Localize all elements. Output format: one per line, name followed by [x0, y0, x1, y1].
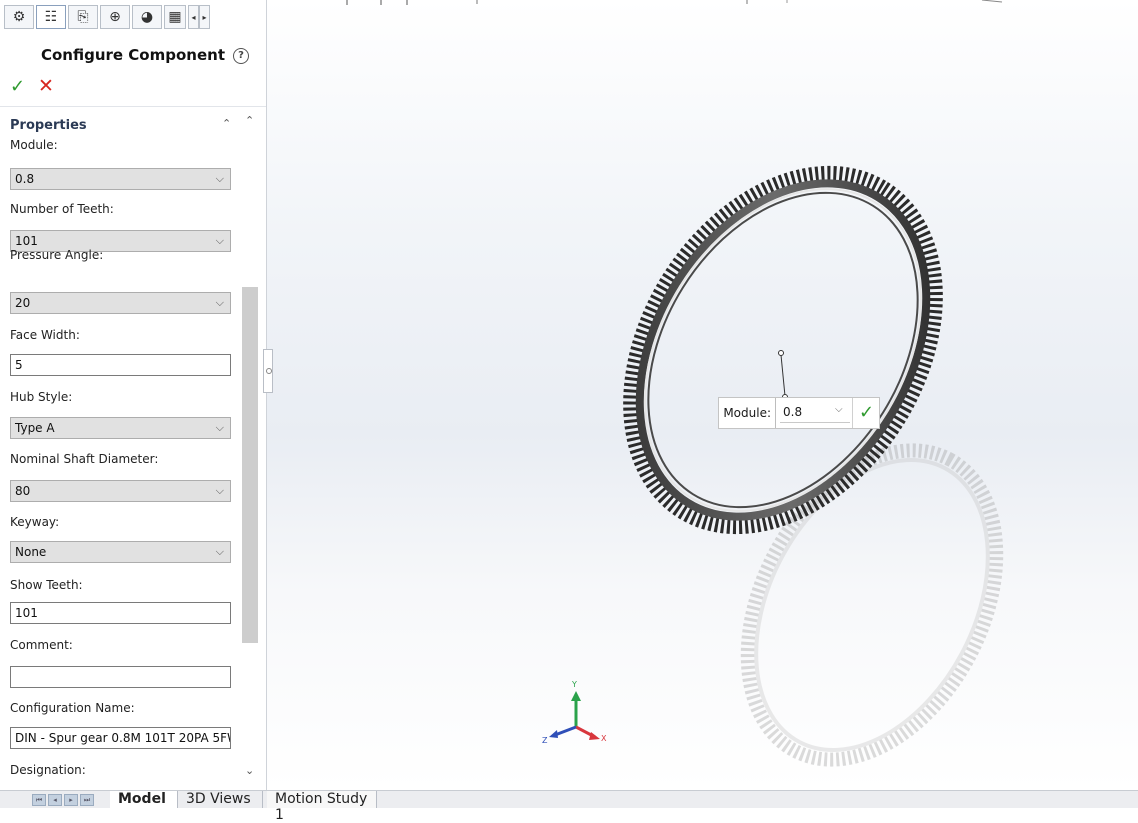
keyway-value: None [15, 545, 47, 559]
face-width-label: Face Width: [10, 328, 80, 342]
callout-leader [778, 350, 788, 400]
section-title: Properties [10, 118, 87, 133]
configuration-manager-tab[interactable]: ⎘ [68, 5, 98, 29]
property-manager-tab[interactable]: ☷ [36, 5, 66, 29]
comment-label: Comment: [10, 638, 73, 652]
callout-label: Module: [719, 398, 776, 428]
hub-style-value: Type A [15, 421, 55, 435]
gear-reflection [740, 443, 1004, 767]
cancel-button[interactable]: ✕ [38, 75, 54, 97]
tab-3d-views[interactable]: 3D Views [178, 791, 263, 808]
first-tab-button[interactable]: ⏮ [32, 794, 46, 806]
show-teeth-input[interactable]: 101 [10, 602, 231, 624]
properties-section: Properties ⌃ Module: 0.8 ⌵ Number of Tee… [0, 112, 266, 790]
pressure-dropdown[interactable]: 20 ⌵ [10, 292, 231, 314]
shaft-diameter-label: Nominal Shaft Diameter: [10, 452, 159, 466]
hub-style-label: Hub Style: [10, 390, 73, 404]
ok-button[interactable]: ✓ [10, 76, 25, 97]
chevron-down-icon: ⌵ [215, 296, 224, 309]
module-label: Module: [10, 138, 58, 152]
chevron-down-icon: ⌵ [215, 421, 224, 434]
teeth-value: 101 [15, 234, 38, 248]
chevron-down-icon: ⌵ [215, 234, 224, 247]
panel-collapse-toggle[interactable] [263, 349, 273, 393]
tab-model[interactable]: Model [110, 791, 178, 808]
tabs-scroll-left-button[interactable]: ◂ [188, 5, 199, 29]
designation-label: Designation: [10, 763, 86, 777]
arrow-left-icon: ◂ [191, 12, 196, 22]
keyway-dropdown[interactable]: None ⌵ [10, 541, 231, 563]
panel-title: Configure Component [40, 46, 225, 64]
shaft-diameter-value: 80 [15, 484, 31, 498]
last-tab-button[interactable]: ⏭ [80, 794, 94, 806]
chevron-down-icon: ⌵ [215, 545, 224, 558]
scroll-thumb[interactable] [242, 287, 258, 643]
axis-triad: Y X Z [542, 680, 607, 745]
chevron-down-icon[interactable]: ⌵ [835, 404, 843, 415]
config-name-input[interactable]: DIN - Spur gear 0.8M 101T 20PA 5FW [10, 727, 231, 749]
collapse-icon[interactable]: ⌃ [222, 117, 231, 130]
scroll-up-icon[interactable]: ⌃ [245, 114, 254, 127]
dimxpert-manager-tab[interactable]: ⊕ [100, 5, 130, 29]
callout-separator [852, 398, 853, 428]
next-tab-button[interactable]: ▸ [64, 794, 78, 806]
teeth-label: Number of Teeth: [10, 202, 114, 216]
dimxpert-icon: ⊕ [109, 9, 121, 25]
graphics-area[interactable]: Y X Z [267, 0, 1138, 790]
toggle-dot-icon [266, 368, 272, 374]
feature-manager-tab[interactable]: ⚙ [4, 5, 34, 29]
module-value: 0.8 [15, 172, 35, 186]
comment-input[interactable] [10, 666, 231, 688]
face-width-input[interactable]: 5 [10, 354, 231, 376]
divider [0, 106, 266, 107]
panel-scrollbar[interactable]: ⌃ ⌄ [241, 112, 259, 790]
tabs-scroll-right-button[interactable]: ▸ [199, 5, 210, 29]
shaft-diameter-dropdown[interactable]: 80 ⌵ [10, 480, 231, 502]
display-manager-tab[interactable]: ◕ [132, 5, 162, 29]
pressure-value: 20 [15, 296, 31, 310]
module-dropdown[interactable]: 0.8 ⌵ [10, 168, 231, 190]
panel-header: Configure Component ? [0, 44, 266, 68]
gear-ring [623, 165, 943, 535]
axis-z-label: Z [542, 736, 548, 745]
axis-x-label: X [601, 734, 607, 743]
configuration-manager-icon: ⎘ [77, 9, 89, 25]
pressure-label: Pressure Angle: [10, 248, 104, 262]
gear-model[interactable] [267, 0, 1138, 790]
axis-y-label: Y [571, 680, 577, 689]
bottom-tab-bar: ⏮ ◂ ▸ ⏭ Model 3D Views Motion Study 1 [0, 790, 1138, 823]
cam-icon: ▦ [168, 9, 182, 25]
arrow-right-icon: ▸ [202, 12, 207, 22]
tab-motion-study-1[interactable]: Motion Study 1 [267, 791, 377, 823]
help-icon[interactable]: ? [233, 48, 249, 64]
chevron-down-icon: ⌵ [215, 484, 224, 497]
manager-tabs: ⚙ ☷ ⎘ ⊕ ◕ ▦ ◂ ▸ [4, 4, 264, 30]
callout-ok-button[interactable]: ✓ [859, 402, 874, 423]
chevron-down-icon: ⌵ [215, 172, 224, 185]
show-teeth-label: Show Teeth: [10, 578, 83, 592]
property-manager-panel: ⚙ ☷ ⎘ ⊕ ◕ ▦ ◂ ▸ Configure Component ? ✓ … [0, 0, 267, 790]
prev-tab-button[interactable]: ◂ [48, 794, 62, 806]
scroll-down-icon[interactable]: ⌄ [245, 764, 254, 777]
property-manager-icon: ☷ [44, 9, 58, 25]
display-manager-icon: ◕ [140, 9, 154, 25]
keyway-label: Keyway: [10, 515, 60, 529]
module-callout[interactable]: Module: 0.8 ⌵ ✓ [718, 397, 880, 429]
feature-manager-icon: ⚙ [12, 9, 26, 25]
config-name-label: Configuration Name: [10, 701, 135, 715]
cam-manager-tab[interactable]: ▦ [164, 5, 186, 29]
hub-style-dropdown[interactable]: Type A ⌵ [10, 417, 231, 439]
